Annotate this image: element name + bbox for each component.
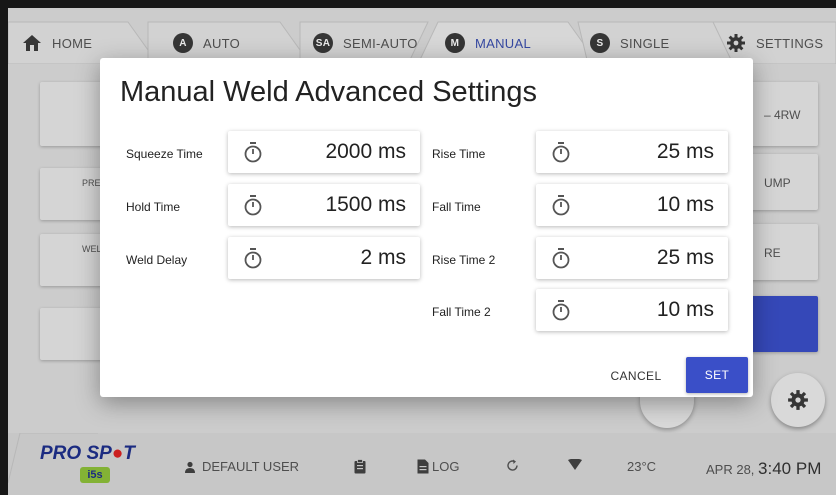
rise-time-2-value: 25 ms xyxy=(656,246,714,269)
rise-time-2-field[interactable]: 25 ms xyxy=(536,237,728,279)
fall-time-field[interactable]: 10 ms xyxy=(536,184,728,226)
stopwatch-icon xyxy=(244,142,262,163)
squeeze-time-field[interactable]: 2000 ms xyxy=(228,131,420,173)
weld-delay-label: Weld Delay xyxy=(126,253,188,267)
cancel-button[interactable]: CANCEL xyxy=(600,360,672,392)
set-button[interactable]: SET xyxy=(686,357,748,393)
stopwatch-icon xyxy=(552,195,570,216)
fall-time-value: 10 ms xyxy=(656,193,714,216)
hold-time-field[interactable]: 1500 ms xyxy=(228,184,420,226)
stopwatch-icon xyxy=(552,300,570,321)
rise-time-label: Rise Time xyxy=(432,147,486,161)
rise-time-2-label: Rise Time 2 xyxy=(432,253,496,267)
advanced-settings-dialog: Manual Weld Advanced Settings Squeeze Ti… xyxy=(100,58,753,397)
fall-time-2-field[interactable]: 10 ms xyxy=(536,289,728,331)
squeeze-time-value: 2000 ms xyxy=(325,140,406,163)
rise-time-value: 25 ms xyxy=(656,140,714,163)
dialog-title: Manual Weld Advanced Settings xyxy=(120,76,538,108)
fall-time-label: Fall Time xyxy=(432,200,481,214)
rise-time-field[interactable]: 25 ms xyxy=(536,131,728,173)
hold-time-value: 1500 ms xyxy=(325,193,406,216)
weld-delay-field[interactable]: 2 ms xyxy=(228,237,420,279)
squeeze-time-label: Squeeze Time xyxy=(126,147,203,161)
stopwatch-icon xyxy=(552,142,570,163)
fall-time-2-label: Fall Time 2 xyxy=(432,305,491,319)
weld-delay-value: 2 ms xyxy=(360,246,406,269)
hold-time-label: Hold Time xyxy=(126,200,181,214)
stopwatch-icon xyxy=(552,248,570,269)
stopwatch-icon xyxy=(244,248,262,269)
fall-time-2-value: 10 ms xyxy=(656,298,714,321)
stopwatch-icon xyxy=(244,195,262,216)
